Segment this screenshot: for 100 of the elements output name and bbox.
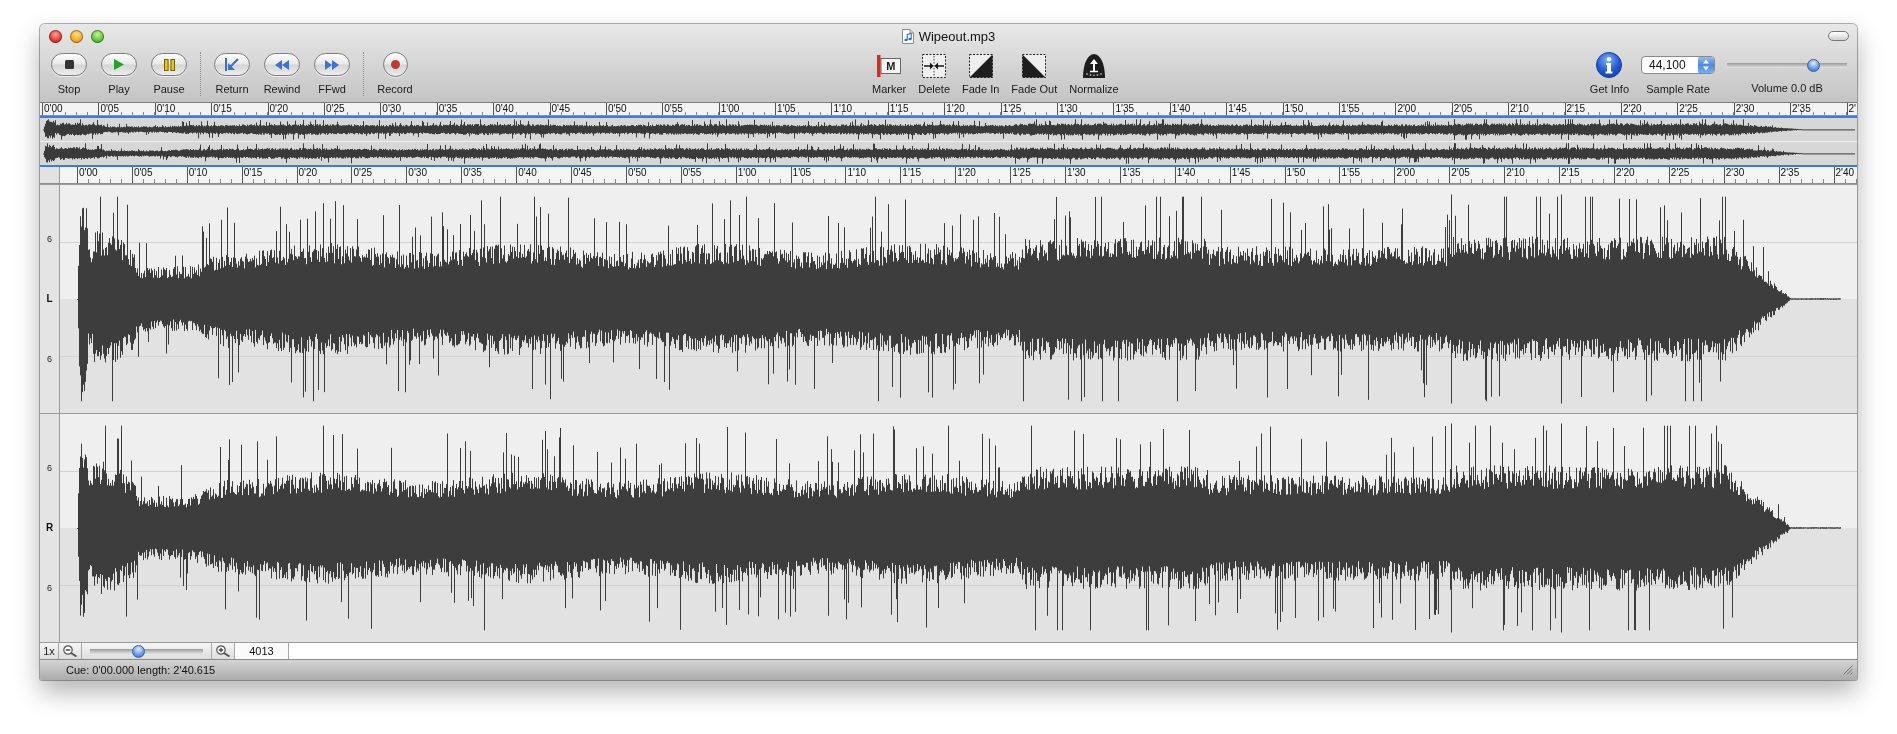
level-scale-label: 6	[47, 582, 52, 594]
ruler-label: 1'35	[1120, 167, 1141, 178]
ruler-label: 0'20	[268, 103, 289, 114]
get-info-button[interactable]: Get Info	[1589, 52, 1629, 96]
ruler-label: 0'05	[132, 167, 153, 178]
ruler-label: 1'25	[1011, 167, 1031, 178]
ruler-label: 2'20	[1614, 167, 1635, 178]
ruler-label: 1'50	[1283, 103, 1304, 114]
ruler-label: 1'20	[956, 167, 976, 178]
ruler-label: 1'40	[1175, 167, 1196, 178]
fade-in-button[interactable]: Fade In	[962, 52, 1000, 96]
record-button[interactable]	[382, 52, 408, 77]
ruler-label: 0'45	[550, 103, 571, 114]
stop-button[interactable]	[51, 53, 87, 76]
return-button[interactable]	[214, 53, 250, 76]
window-title: Wipeout.mp3	[918, 28, 996, 44]
ruler-label: 0'25	[324, 103, 345, 114]
ruler-label: 0'05	[99, 103, 119, 114]
horizontal-scrollbar[interactable]	[289, 643, 1857, 659]
minimize-button[interactable]	[70, 29, 83, 43]
level-scale-label: 6	[47, 353, 52, 365]
ruler-label: 1'30	[1066, 167, 1086, 178]
ruler-label: 1'10	[832, 103, 853, 114]
info-icon	[1596, 52, 1623, 78]
dome-arrow-icon	[1081, 54, 1106, 78]
ruler-label: 2'25	[1678, 103, 1698, 114]
ruler-label: 2'00	[1396, 103, 1416, 114]
slider-thumb[interactable]	[1806, 59, 1820, 72]
ruler-label: 1'55	[1340, 103, 1360, 114]
ruler-label: 1'40	[1170, 103, 1191, 114]
ruler-label: 2'	[1847, 103, 1856, 114]
ruler-label: 0'00	[43, 103, 63, 114]
ruler-label: 1'05	[791, 167, 812, 178]
ruler-label: 1'10	[846, 167, 867, 178]
ruler-label: 1'50	[1285, 167, 1306, 178]
close-button[interactable]	[49, 29, 62, 43]
ruler-label: 0'40	[494, 103, 514, 114]
rewind-button[interactable]	[264, 53, 300, 76]
fast-forward-icon	[325, 59, 339, 70]
return-icon	[225, 58, 239, 71]
delete-button[interactable]: Delete	[918, 52, 951, 96]
ruler-label: 0'00	[78, 167, 98, 178]
ruler-label: 0'55	[663, 103, 683, 114]
toolbar-toggle-button[interactable]	[1828, 31, 1849, 41]
inward-arrows-icon	[922, 54, 947, 78]
music-file-icon	[901, 28, 914, 44]
toolbar-label: Pause	[153, 82, 185, 96]
ramp-down-icon	[1022, 54, 1047, 78]
ruler-label: 0'20	[297, 167, 318, 178]
record-icon	[390, 60, 400, 69]
ruler-label: 0'15	[242, 167, 263, 178]
ruler-label: 1'30	[1058, 103, 1078, 114]
marker-button[interactable]: M Marker	[872, 52, 907, 96]
channel-label: L	[46, 293, 53, 305]
ruler-label: 1'45	[1227, 103, 1247, 114]
channel-label: R	[45, 522, 54, 534]
ruler-label: 2'10	[1509, 103, 1529, 114]
ruler-label: 0'30	[381, 103, 401, 114]
zoom-out-icon	[63, 645, 77, 657]
ruler-label: 0'35	[437, 103, 458, 114]
ruler-label: 1'20	[945, 103, 965, 114]
play-icon	[114, 59, 124, 70]
ruler-label: 2'00	[1395, 167, 1415, 178]
ruler-label: 2'35	[1791, 103, 1811, 114]
ruler-label: 1'35	[1114, 103, 1134, 114]
status-text: Cue: 0'00.000 length: 2'40.615	[66, 664, 216, 676]
ruler-label: 1'15	[901, 167, 921, 178]
play-button[interactable]	[101, 53, 137, 76]
zoom-button[interactable]	[91, 29, 104, 43]
normalize-button[interactable]: Normalize	[1069, 52, 1119, 96]
sample-rate-label: Sample Rate	[1646, 82, 1710, 96]
sample-rate-stepper[interactable]: 44,100	[1641, 56, 1715, 74]
slider-thumb[interactable]	[132, 644, 146, 658]
toolbar-label: FFwd	[318, 82, 346, 96]
ruler-label: 1'45	[1230, 167, 1251, 178]
ruler-label: 0'10	[155, 103, 176, 114]
ruler-label: 2'05	[1452, 103, 1473, 114]
zoom-value-field[interactable]: 4013	[235, 643, 289, 659]
rewind-icon	[275, 59, 289, 70]
ruler-label: 2'40	[1834, 167, 1855, 178]
ruler-label: 2'30	[1734, 103, 1755, 114]
toolbar-label: Record	[377, 82, 413, 96]
ruler-label: 0'50	[626, 167, 647, 178]
resize-grip-icon[interactable]	[1843, 665, 1853, 675]
level-scale-label: 6	[47, 233, 52, 245]
ruler-label: 2'15	[1560, 167, 1580, 178]
ruler-label: 2'35	[1779, 167, 1800, 178]
toolbar-label: Return	[215, 82, 249, 96]
ramp-up-icon	[968, 54, 993, 78]
ruler-label: 0'35	[462, 167, 482, 178]
fade-out-button[interactable]: Fade Out	[1011, 52, 1058, 96]
overview-panel[interactable]	[40, 116, 1857, 167]
ruler-label: 2'05	[1450, 167, 1470, 178]
ruler-label: 0'40	[517, 167, 537, 178]
toolbar-label: Stop	[57, 82, 81, 96]
fast-forward-button[interactable]	[314, 53, 350, 76]
ruler-label: 0'50	[606, 103, 627, 114]
toolbar-label: Rewind	[263, 82, 301, 96]
level-scale-label: 6	[47, 462, 52, 474]
pause-button[interactable]	[151, 53, 187, 76]
